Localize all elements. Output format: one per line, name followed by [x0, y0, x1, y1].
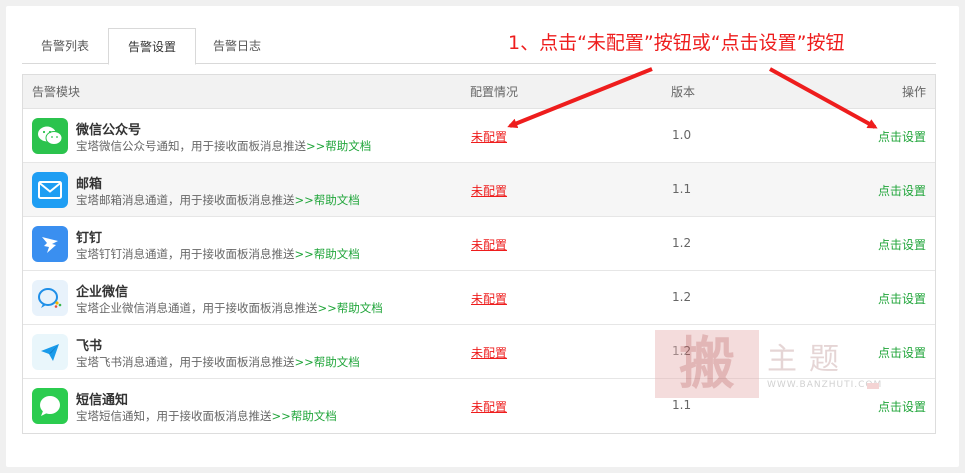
- not-configured-button[interactable]: 未配置: [471, 398, 507, 415]
- tab-alert-settings[interactable]: 告警设置: [108, 28, 196, 65]
- settings-button[interactable]: 点击设置: [878, 128, 926, 145]
- help-doc-link[interactable]: >>帮助文档: [272, 409, 337, 423]
- watermark-text: 主题: [767, 342, 851, 377]
- help-doc-link[interactable]: >>帮助文档: [295, 355, 360, 369]
- settings-button[interactable]: 点击设置: [878, 344, 926, 361]
- module-name: 企业微信: [76, 285, 129, 300]
- settings-button[interactable]: 点击设置: [878, 398, 926, 415]
- table-row: 微信公众号 宝塔微信公众号通知，用于接收面板消息推送>>帮助文档 未配置 1.0…: [23, 109, 935, 163]
- wecom-icon: [32, 280, 68, 316]
- module-name: 飞书: [76, 339, 103, 354]
- help-doc-link[interactable]: >>帮助文档: [318, 301, 383, 315]
- help-doc-link[interactable]: >>帮助文档: [306, 139, 371, 153]
- module-name: 邮箱: [76, 177, 103, 192]
- table-row: 邮箱 宝塔邮箱消息通道，用于接收面板消息推送>>帮助文档 未配置 1.1 点击设…: [23, 163, 935, 217]
- dingtalk-icon: [32, 226, 68, 262]
- table-row: 钉钉 宝塔钉钉消息通道，用于接收面板消息推送>>帮助文档 未配置 1.2 点击设…: [23, 217, 935, 271]
- not-configured-button[interactable]: 未配置: [471, 290, 507, 307]
- table-header: 告警模块 配置情况 版本 操作: [23, 75, 935, 109]
- module-name: 短信通知: [76, 393, 129, 408]
- module-desc: 宝塔钉钉消息通道，用于接收面板消息推送>>帮助文档: [76, 247, 360, 261]
- module-version: 1.0: [672, 128, 692, 142]
- instruction-annotation: 1、点击“未配置”按钮或“点击设置”按钮: [508, 32, 845, 54]
- header-module: 告警模块: [32, 85, 81, 99]
- module-name: 钉钉: [76, 231, 103, 246]
- wechat-icon: [32, 118, 68, 154]
- header-action: 操作: [901, 85, 926, 99]
- module-version: 1.2: [672, 290, 692, 304]
- watermark-bar: [867, 383, 879, 389]
- not-configured-button[interactable]: 未配置: [471, 128, 507, 145]
- module-desc: 宝塔企业微信消息通道，用于接收面板消息推送>>帮助文档: [76, 301, 383, 315]
- help-doc-link[interactable]: >>帮助文档: [295, 247, 360, 261]
- feishu-icon: [32, 334, 68, 370]
- module-desc: 宝塔邮箱消息通道，用于接收面板消息推送>>帮助文档: [76, 193, 360, 207]
- table-row: 企业微信 宝塔企业微信消息通道，用于接收面板消息推送>>帮助文档 未配置 1.2…: [23, 271, 935, 325]
- header-config: 配置情况: [470, 85, 519, 99]
- watermark-stamp: 搬: [655, 330, 759, 398]
- settings-button[interactable]: 点击设置: [878, 290, 926, 307]
- help-doc-link[interactable]: >>帮助文档: [295, 193, 360, 207]
- module-version: 1.1: [672, 182, 692, 196]
- module-desc: 宝塔飞书消息通道，用于接收面板消息推送>>帮助文档: [76, 355, 360, 369]
- settings-button[interactable]: 点击设置: [878, 236, 926, 253]
- tab-alert-list[interactable]: 告警列表: [22, 28, 108, 64]
- module-version: 1.2: [672, 236, 692, 250]
- not-configured-button[interactable]: 未配置: [471, 344, 507, 361]
- module-name: 微信公众号: [76, 123, 142, 138]
- not-configured-button[interactable]: 未配置: [471, 182, 507, 199]
- watermark-logo: 搬 主题 WWW.BANZHUTI.COM: [655, 330, 883, 410]
- module-desc: 宝塔微信公众号通知，用于接收面板消息推送>>帮助文档: [76, 139, 372, 153]
- header-version: 版本: [671, 85, 696, 99]
- mail-icon: [32, 172, 68, 208]
- not-configured-button[interactable]: 未配置: [471, 236, 507, 253]
- watermark-url: WWW.BANZHUTI.COM: [767, 380, 883, 390]
- tab-alert-log[interactable]: 告警日志: [198, 28, 276, 64]
- settings-button[interactable]: 点击设置: [878, 182, 926, 199]
- sms-icon: [32, 388, 68, 424]
- module-desc: 宝塔短信通知，用于接收面板消息推送>>帮助文档: [76, 409, 337, 423]
